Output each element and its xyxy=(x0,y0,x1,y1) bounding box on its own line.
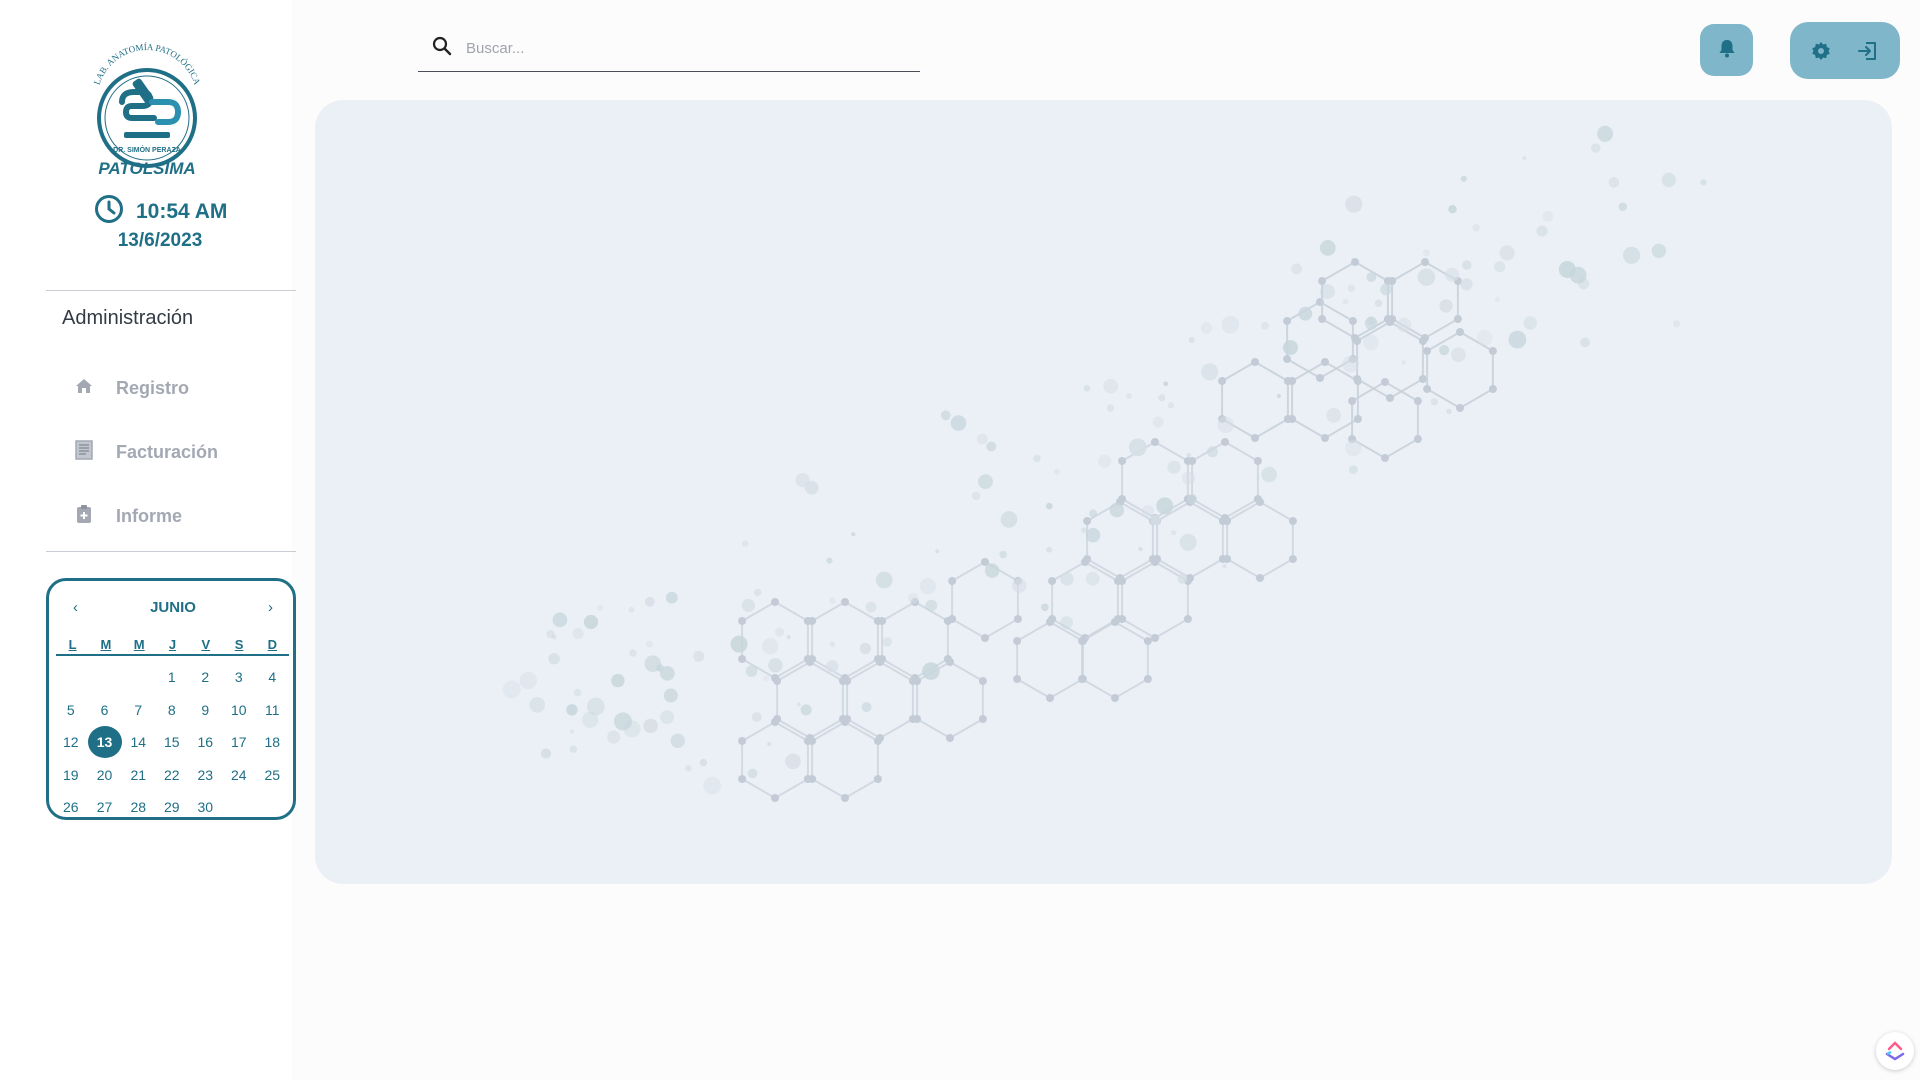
calendar-day[interactable]: 29 xyxy=(155,791,189,824)
divider xyxy=(46,290,296,291)
calendar-month: JUNIO xyxy=(150,599,196,616)
logout-icon[interactable] xyxy=(1857,40,1879,62)
weekday-label: L xyxy=(68,637,77,652)
sidebar-item-label: Facturación xyxy=(116,441,219,462)
sidebar-item-facturacion[interactable]: Facturación xyxy=(60,427,290,477)
home-icon xyxy=(74,376,94,401)
molecule-background-image xyxy=(502,125,1707,802)
calendar-empty-cell xyxy=(54,661,88,694)
calendar-day[interactable]: 23 xyxy=(189,759,223,792)
calendar-day[interactable]: 19 xyxy=(54,759,88,792)
divider xyxy=(46,551,296,552)
calendar-day[interactable]: 6 xyxy=(88,694,122,727)
calendar-days: 1 2 3 4 5 6 7 8 9 10 11 12 13 14 15 16 17 18 19 20 21 22 23 24 2… xyxy=(54,661,289,824)
calendar-today-marker: 13 xyxy=(87,726,122,759)
calendar-prev-button[interactable]: ‹ xyxy=(73,599,78,616)
main-content-panel xyxy=(315,100,1892,884)
calendar-day[interactable]: 24 xyxy=(222,759,256,792)
gear-icon[interactable] xyxy=(1811,41,1831,61)
calendar-day[interactable]: 20 xyxy=(88,759,122,792)
calendar-day[interactable]: 14 xyxy=(122,726,156,759)
calendar-day[interactable]: 1 xyxy=(155,661,189,694)
weekday-label: J xyxy=(168,637,177,652)
weekday-label: M xyxy=(100,637,112,652)
sidebar-item-registro[interactable]: Registro xyxy=(60,363,290,413)
calendar-day[interactable]: 21 xyxy=(122,759,156,792)
calendar-day[interactable]: 28 xyxy=(122,791,156,824)
calendar-day[interactable]: 26 xyxy=(54,791,88,824)
calendar: ‹ JUNIO › L M M J V S D 1 2 3 4 5 6 7 8 9 10 11 12 1… xyxy=(46,578,296,820)
sidebar-item-label: Registro xyxy=(116,377,190,398)
sidebar-item-informe[interactable]: Informe xyxy=(60,491,290,541)
weekday-label: M xyxy=(133,637,145,652)
patolsima-logo: LAB. ANATOMÍA PATOLÓGICA DR. SIMÓN PERAZ… xyxy=(82,40,212,180)
app-launcher-icon[interactable] xyxy=(1876,1032,1914,1070)
clock-date: 13/6/2023 xyxy=(117,230,203,251)
calendar-day[interactable]: 7 xyxy=(122,694,156,727)
calendar-weekdays: L M M J V S D xyxy=(56,637,289,656)
notifications-button[interactable] xyxy=(1700,24,1753,76)
sidebar: LAB. ANATOMÍA PATOLÓGICA DR. SIMÓN PERAZ… xyxy=(0,0,296,1080)
calendar-day[interactable]: 10 xyxy=(222,694,256,727)
search-input[interactable] xyxy=(466,40,906,57)
calendar-day[interactable]: 12 xyxy=(54,726,88,759)
calendar-empty-cell xyxy=(256,791,290,824)
clock-icon xyxy=(94,194,124,229)
section-title: Administración xyxy=(62,307,194,329)
calendar-day[interactable]: 16 xyxy=(189,726,223,759)
calendar-header: ‹ JUNIO › xyxy=(49,599,293,616)
calendar-day[interactable]: 15 xyxy=(155,726,189,759)
clock: 10:54 AM xyxy=(94,194,227,229)
calendar-day[interactable]: 11 xyxy=(256,694,290,727)
calendar-day[interactable]: 2 xyxy=(189,661,223,694)
calendar-day[interactable]: 18 xyxy=(256,726,290,759)
calendar-day[interactable]: 4 xyxy=(256,661,290,694)
sidebar-item-label: Informe xyxy=(116,505,183,526)
clipboard-plus-icon xyxy=(74,504,94,529)
calendar-day[interactable]: 5 xyxy=(54,694,88,727)
weekday-label: V xyxy=(201,637,211,652)
calendar-day[interactable]: 9 xyxy=(189,694,223,727)
calendar-next-button[interactable]: › xyxy=(268,599,273,616)
calendar-day[interactable]: 17 xyxy=(222,726,256,759)
search-bar xyxy=(418,26,920,72)
calendar-day[interactable]: 13 xyxy=(87,726,122,759)
user-actions-group xyxy=(1790,22,1900,79)
clock-time: 10:54 AM xyxy=(136,199,228,223)
calendar-empty-cell xyxy=(222,791,256,824)
bell-icon xyxy=(1718,38,1736,63)
logo-brand-text: PATOLSIMA xyxy=(98,159,195,178)
calendar-day[interactable]: 25 xyxy=(256,759,290,792)
calendar-day[interactable]: 30 xyxy=(189,791,223,824)
weekday-label: S xyxy=(234,637,244,652)
calendar-day[interactable]: 22 xyxy=(155,759,189,792)
calendar-empty-cell xyxy=(88,661,122,694)
document-icon xyxy=(74,439,94,465)
calendar-empty-cell xyxy=(122,661,156,694)
logo-doctor-text: DR. SIMÓN PERAZA xyxy=(113,145,181,154)
calendar-day[interactable]: 8 xyxy=(155,694,189,727)
weekday-label: D xyxy=(267,637,278,652)
search-icon xyxy=(432,36,452,61)
calendar-day[interactable]: 3 xyxy=(222,661,256,694)
calendar-day[interactable]: 27 xyxy=(88,791,122,824)
